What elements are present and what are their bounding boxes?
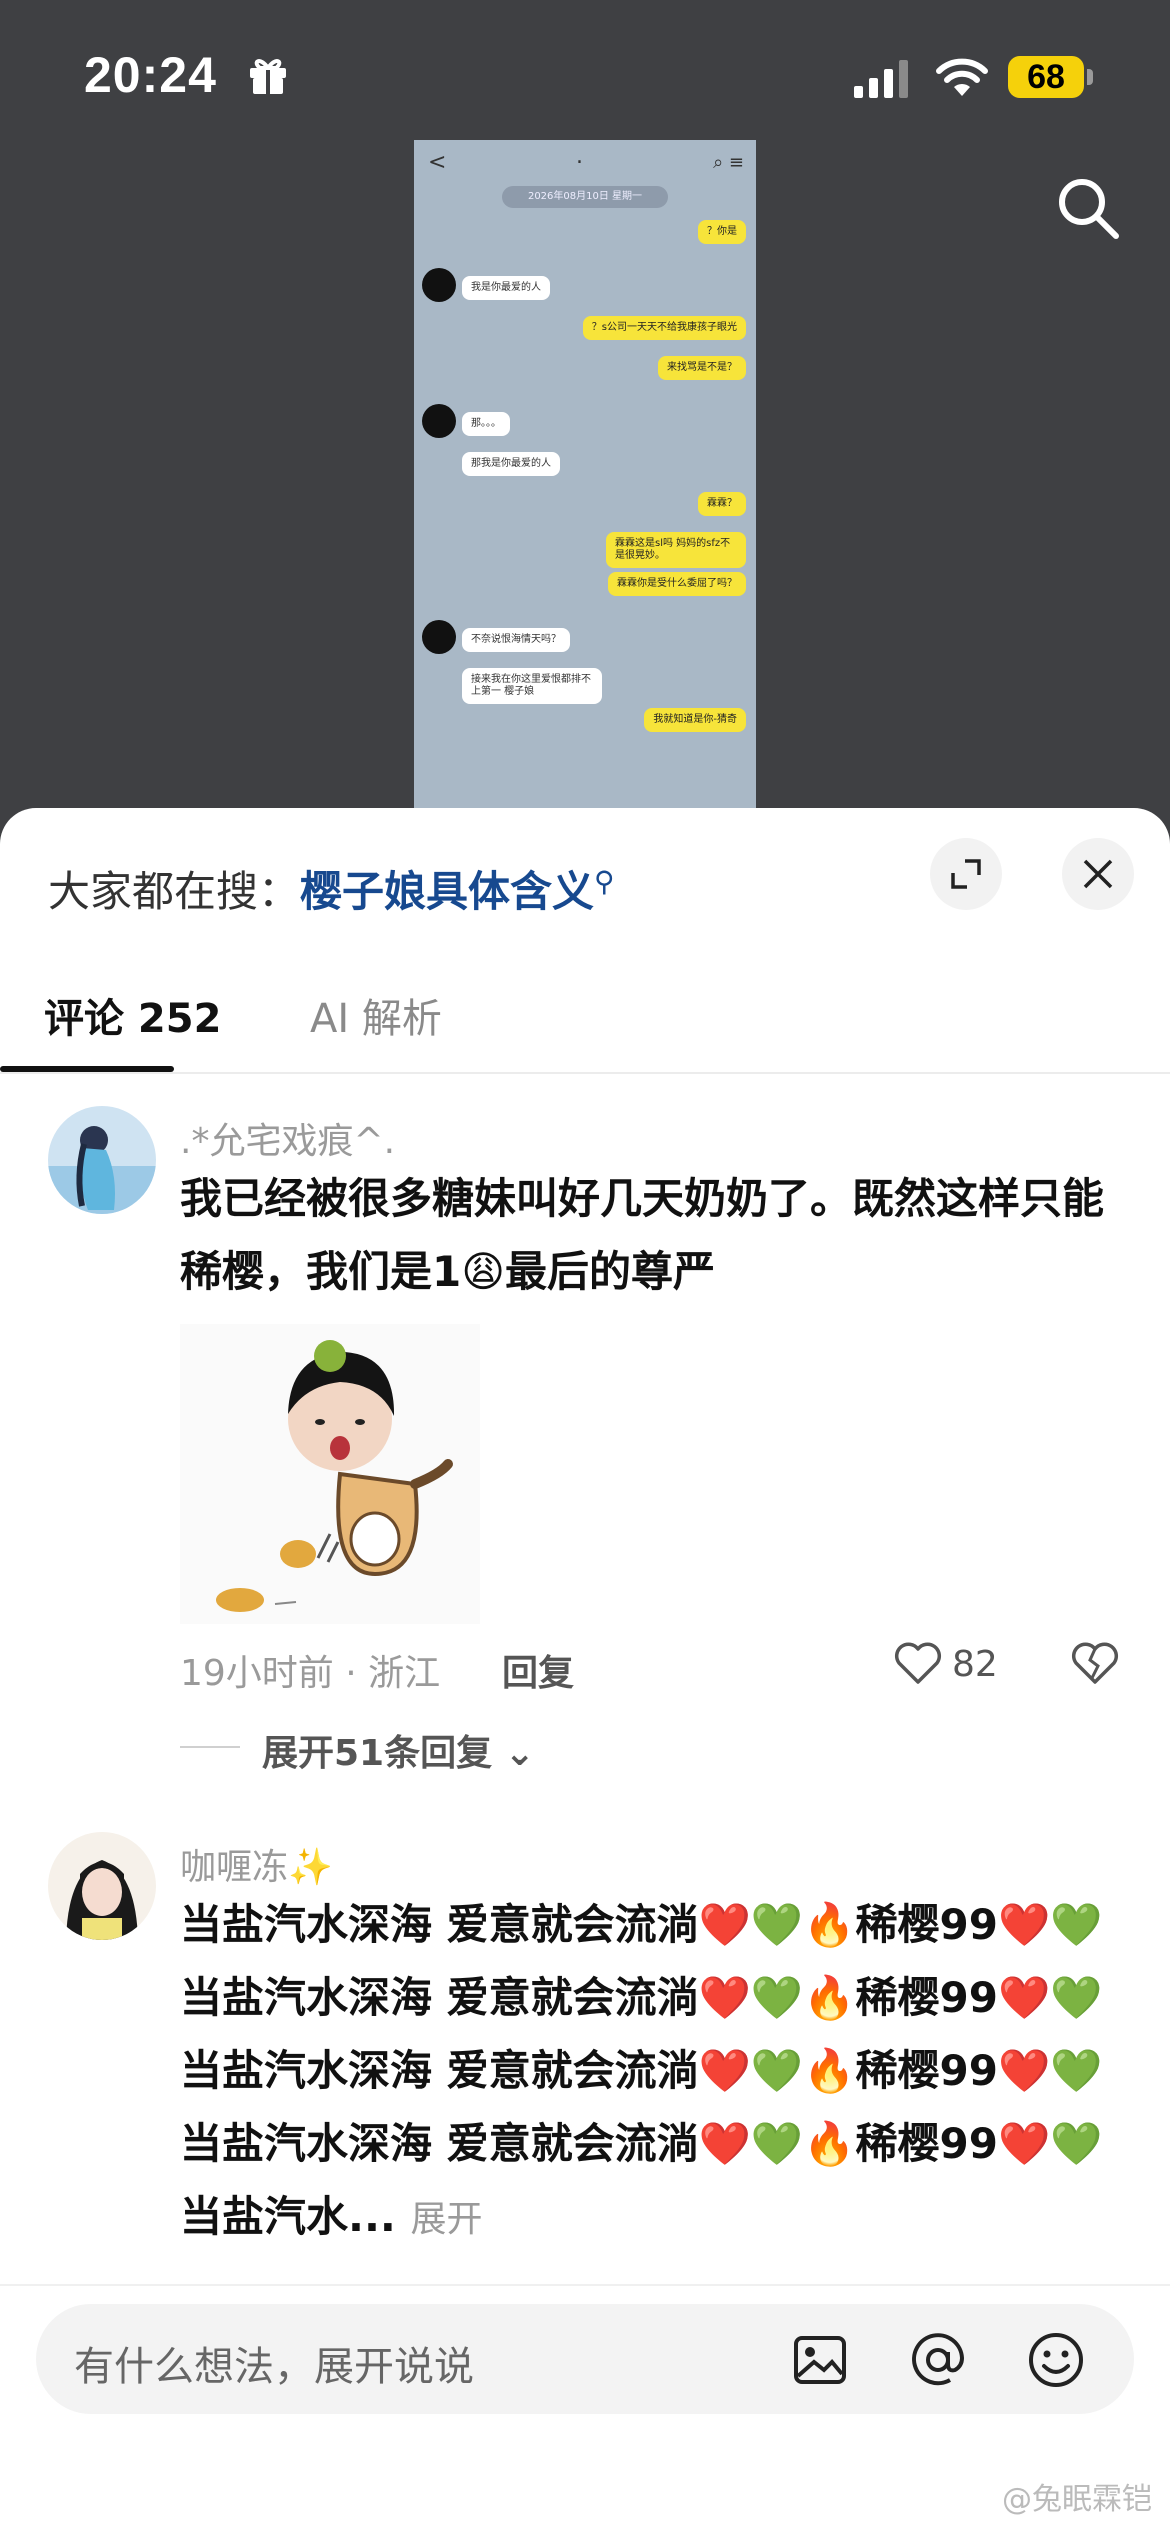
- preview-message-bubble: ？s公司一天天不给我康孩子眼光: [582, 316, 746, 340]
- tab-comments[interactable]: 评论 252: [44, 986, 221, 1044]
- video-preview[interactable]: < . ⌕ ≡ 2026年08月10日 星期一 ？你是我是你最爱的人 ？s公司一天…: [414, 140, 756, 812]
- preview-message-bubble: 来找骂是不是？: [658, 356, 746, 380]
- gift-icon: [250, 59, 286, 94]
- tabs-divider: [0, 1072, 1170, 1074]
- expand-icon: [951, 859, 981, 889]
- comment-text: 我已经被很多糖妹叫好几天奶奶了。既然这样只能稀樱，我们是1😩最后的尊严: [180, 1174, 1105, 1296]
- preview-message-row: 我是你最爱的人: [414, 268, 756, 312]
- comment-text-body: 当盐汽水深海 爱意就会流淌❤️💚🔥稀樱99❤️💚当盐汽水深海 爱意就会流淌❤️💚…: [180, 1900, 1103, 2241]
- preview-title: .: [576, 144, 583, 169]
- preview-message-row: 那我是你最爱的人: [414, 448, 756, 488]
- comment-username[interactable]: 咖喱冻✨: [180, 1838, 333, 1890]
- preview-message-row: 来找骂是不是？: [414, 352, 756, 392]
- chevron-down-icon: ⌄: [504, 1733, 535, 1774]
- preview-date: 2026年08月10日 星期一: [502, 186, 668, 208]
- search-icon[interactable]: [1052, 172, 1122, 242]
- avatar[interactable]: [48, 1832, 156, 1940]
- sticker-image[interactable]: [180, 1324, 480, 1624]
- search-suggestion-prefix: 大家都在搜：: [48, 867, 301, 916]
- battery-level: 68: [1027, 57, 1065, 96]
- expand-replies-button[interactable]: 展开51条回复 ⌄: [262, 1724, 535, 1776]
- preview-message-bubble: 霖霖这是sl吗 妈妈的sfz不是很晃妙。: [606, 532, 746, 568]
- preview-message-row: 霖霖？: [414, 488, 756, 528]
- signal-icon: [854, 60, 908, 98]
- battery-icon: 68: [1008, 56, 1084, 98]
- battery-tip: [1087, 69, 1093, 85]
- preview-message-row: 霖霖这是sl吗 妈妈的sfz不是很晃妙。: [414, 528, 756, 568]
- avatar[interactable]: [48, 1106, 156, 1214]
- preview-message-row: 那。。。: [414, 404, 756, 448]
- like-count: 82: [952, 1644, 998, 1685]
- close-icon: [1083, 859, 1113, 889]
- preview-avatar: [422, 404, 456, 438]
- preview-message-bubble: 接来我在你这里爱恨都排不上第一 樱子娘: [462, 668, 602, 704]
- watermark-text: @兔眠霖铠: [1002, 2482, 1152, 2517]
- preview-message-row: 不奈说恨海情天吗？: [414, 620, 756, 664]
- expand-text-button[interactable]: 展开: [411, 2199, 483, 2240]
- broken-heart-icon[interactable]: [1070, 1638, 1120, 1688]
- comment-input-bar: 有什么想法，展开说说 @兔眠霖铠: [0, 2284, 1170, 2532]
- preview-message-bubble: 我就知道是你-猜奇: [644, 708, 746, 732]
- divider-line: [180, 1746, 240, 1748]
- preview-avatar: [422, 268, 456, 302]
- expand-replies-label: 展开51条回复: [262, 1733, 493, 1774]
- preview-message-bubble: 霖霖？: [698, 492, 746, 516]
- image-icon[interactable]: [790, 2330, 850, 2390]
- comment-input[interactable]: 有什么想法，展开说说: [36, 2304, 1134, 2414]
- status-bar: 20:24 68: [0, 0, 1170, 150]
- close-button[interactable]: [1062, 838, 1134, 910]
- heart-icon[interactable]: [893, 1640, 943, 1686]
- preview-message-row: 霖霖你是受什么委屈了吗？: [414, 568, 756, 608]
- preview-message-row: ？s公司一天天不给我康孩子眼光: [414, 312, 756, 352]
- preview-avatar: [422, 620, 456, 654]
- reply-button[interactable]: 回复: [502, 1644, 574, 1696]
- small-search-icon: ⚲: [594, 865, 615, 898]
- preview-message-bubble: 那我是你最爱的人: [462, 452, 560, 476]
- preview-message-bubble: 我是你最爱的人: [462, 276, 550, 300]
- comment-username[interactable]: .*允宅戏痕^.: [180, 1112, 395, 1164]
- preview-message-row: 接来我在你这里爱恨都排不上第一 樱子娘: [414, 664, 756, 704]
- at-icon[interactable]: [908, 2330, 968, 2390]
- emoji-icon[interactable]: [1026, 2330, 1086, 2390]
- preview-message-bubble: 那。。。: [462, 412, 510, 436]
- preview-message-bubble: 霖霖你是受什么委屈了吗？: [608, 572, 746, 596]
- search-suggestion[interactable]: 大家都在搜：樱子娘具体含义⚲: [48, 858, 615, 919]
- comment-sheet: 大家都在搜：樱子娘具体含义⚲ 评论 252 AI 解析 .*允宅戏痕^. 我已经…: [0, 808, 1170, 2532]
- avatar-image: [48, 1106, 156, 1214]
- preview-message-row: 我就知道是你-猜奇: [414, 704, 756, 744]
- preview-message-list: ？你是我是你最爱的人 ？s公司一天天不给我康孩子眼光来找骂是不是？ 那。。。那我是你…: [414, 216, 756, 744]
- preview-menu-icon: ⌕ ≡: [713, 152, 744, 173]
- preview-back-icon: <: [428, 150, 447, 175]
- status-time: 20:24: [84, 47, 217, 103]
- expand-button[interactable]: [930, 838, 1002, 910]
- preview-message-row: ？你是: [414, 216, 756, 256]
- comment-meta: 19小时前 · 浙江: [180, 1653, 441, 1694]
- preview-message-bubble: 不奈说恨海情天吗？: [462, 628, 570, 652]
- search-suggestion-keyword[interactable]: 樱子娘具体含义: [300, 867, 594, 916]
- comment-text: 当盐汽水深海 爱意就会流淌❤️💚🔥稀樱99❤️💚当盐汽水深海 爱意就会流淌❤️💚…: [180, 1888, 1120, 2256]
- avatar-image: [48, 1832, 156, 1940]
- preview-message-bubble: ？你是: [698, 220, 746, 244]
- wifi-icon: [936, 58, 988, 96]
- comment-input-placeholder: 有什么想法，展开说说: [74, 2344, 474, 2390]
- tab-ai-analysis[interactable]: AI 解析: [310, 986, 442, 1044]
